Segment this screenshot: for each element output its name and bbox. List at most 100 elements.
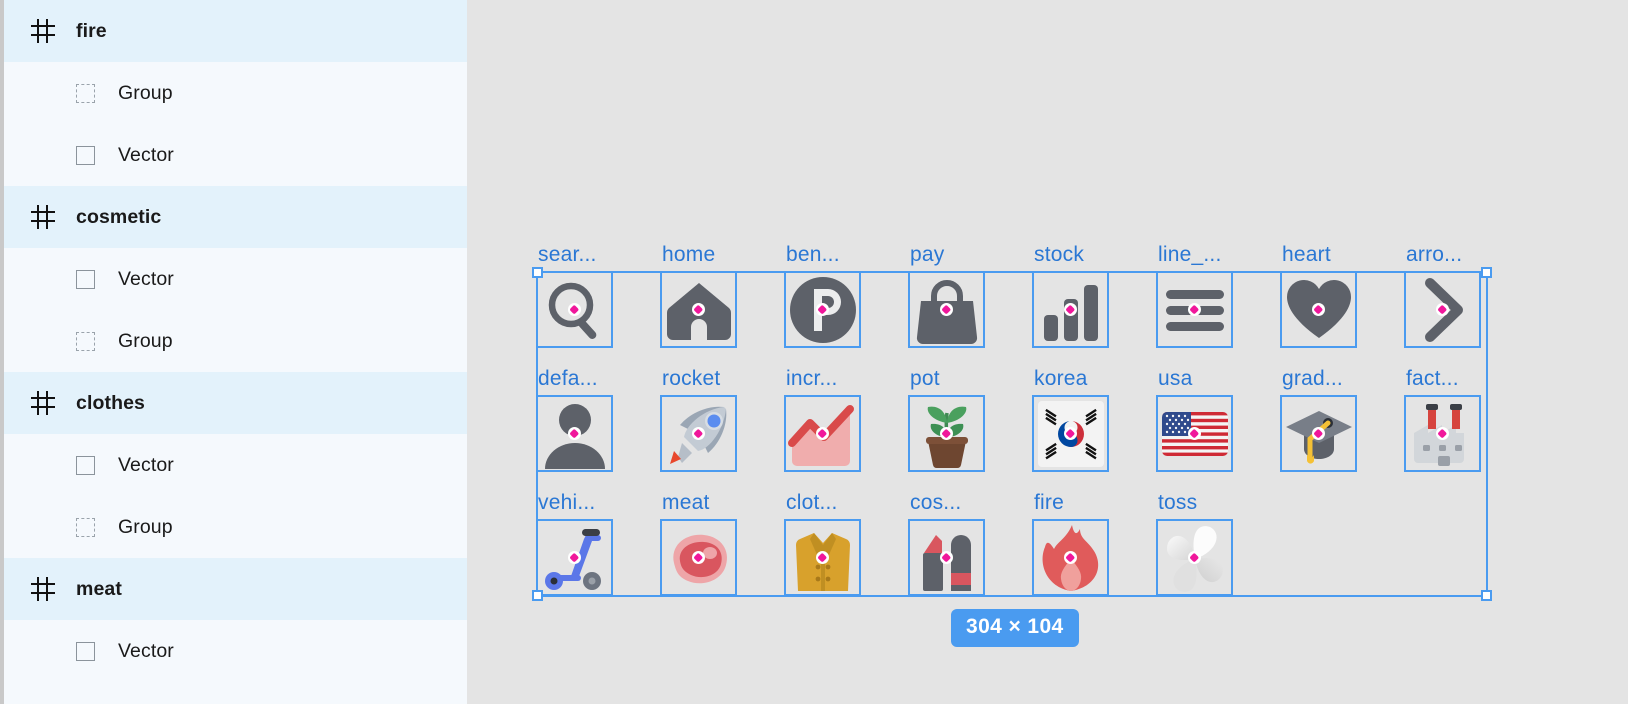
icon-cell-label: pay — [910, 243, 945, 266]
center-anchor-point — [568, 551, 581, 564]
center-anchor-point — [692, 427, 705, 440]
vector-icon — [72, 266, 98, 292]
center-anchor-point — [1064, 427, 1077, 440]
icon-cell-bar-chart[interactable]: stock — [1032, 243, 1109, 348]
icon-cell-label: toss — [1158, 491, 1198, 514]
icon-cell-label: stock — [1034, 243, 1085, 266]
icon-cell-korea-flag[interactable]: korea — [1032, 367, 1109, 472]
icon-cell-graduation-cap[interactable]: grad... — [1280, 367, 1357, 472]
icon-cell-coat[interactable]: clot... — [784, 491, 861, 596]
center-anchor-point — [1188, 427, 1201, 440]
sidebar-scrollbar[interactable] — [0, 0, 4, 704]
icon-cell-label: ben... — [786, 243, 840, 266]
dimension-badge: 304 × 104 — [951, 609, 1079, 647]
frame-hash-icon — [30, 204, 56, 230]
icon-cell-label: home — [662, 243, 716, 266]
layer-label: Vector — [118, 143, 174, 166]
center-anchor-point — [940, 303, 953, 316]
layer-row-vector-4[interactable]: Vector — [0, 248, 467, 310]
icon-cell-usa-flag[interactable]: usa — [1156, 367, 1233, 472]
icon-cell-label: korea — [1034, 367, 1088, 390]
icon-cell-label: meat — [662, 491, 710, 514]
layer-label: fire — [76, 19, 107, 42]
center-anchor-point — [940, 427, 953, 440]
icon-cell-label: sear... — [538, 243, 597, 266]
icon-cell-label: grad... — [1282, 367, 1343, 390]
icon-cell-house[interactable]: home — [660, 243, 737, 348]
icon-cell-label: incr... — [786, 367, 838, 390]
resize-handle-top-right[interactable] — [1481, 267, 1492, 278]
layer-label: Vector — [118, 453, 174, 476]
layer-row-vector-10[interactable]: Vector — [0, 620, 467, 682]
center-anchor-point — [816, 303, 829, 316]
frame-hash-icon — [30, 576, 56, 602]
layer-row-group-5[interactable]: Group — [0, 310, 467, 372]
center-anchor-point — [1436, 303, 1449, 316]
icon-cell-label: heart — [1282, 243, 1331, 266]
frame-hash-icon — [30, 18, 56, 44]
center-anchor-point — [1064, 551, 1077, 564]
icon-cell-label: pot — [910, 367, 940, 390]
vector-icon — [72, 638, 98, 664]
center-anchor-point — [1188, 303, 1201, 316]
icon-cell-potted-plant[interactable]: pot — [908, 367, 985, 472]
layer-label: Vector — [118, 267, 174, 290]
icon-cell-label: line_... — [1158, 243, 1222, 266]
icon-cell-label: fact... — [1406, 367, 1459, 390]
center-anchor-point — [816, 551, 829, 564]
icon-cell-label: rocket — [662, 367, 721, 390]
layer-row-vector-7[interactable]: Vector — [0, 434, 467, 496]
center-anchor-point — [1436, 427, 1449, 440]
icon-cell-area-chart[interactable]: incr... — [784, 367, 861, 472]
frame-hash-icon — [30, 390, 56, 416]
icon-cell-steak[interactable]: meat — [660, 491, 737, 596]
center-anchor-point — [1188, 551, 1201, 564]
icon-cell-label: arro... — [1406, 243, 1463, 266]
icon-cell-magnifier[interactable]: sear... — [536, 243, 613, 348]
layer-label: Group — [118, 329, 173, 352]
layer-label: Vector — [118, 639, 174, 662]
icon-cell-person-avatar[interactable]: defa... — [536, 367, 613, 472]
icon-cell-lipstick[interactable]: cos... — [908, 491, 985, 596]
group-icon — [72, 328, 98, 354]
icon-cell-scooter[interactable]: vehi... — [536, 491, 613, 596]
layer-row-group-1[interactable]: Group — [0, 62, 467, 124]
icon-cell-flame[interactable]: fire — [1032, 491, 1109, 596]
center-anchor-point — [692, 551, 705, 564]
center-anchor-point — [940, 551, 953, 564]
icon-cell-label: cos... — [910, 491, 962, 514]
center-anchor-point — [568, 427, 581, 440]
group-icon — [72, 514, 98, 540]
icon-cell-rocket[interactable]: rocket — [660, 367, 737, 472]
icon-cell-label: vehi... — [538, 491, 596, 514]
center-anchor-point — [1064, 303, 1077, 316]
layer-label: Group — [118, 81, 173, 104]
layer-row-group-8[interactable]: Group — [0, 496, 467, 558]
layers-sidebar: fire Group Vector cosmetic Vector Group clothe… — [0, 0, 467, 704]
layer-row-fire-0[interactable]: fire — [0, 0, 467, 62]
center-anchor-point — [1312, 427, 1325, 440]
icon-cell-parking-circle[interactable]: ben... — [784, 243, 861, 348]
layer-label: cosmetic — [76, 205, 162, 228]
icon-cell-list-lines[interactable]: line_... — [1156, 243, 1233, 348]
layer-row-clothes-6[interactable]: clothes — [0, 372, 467, 434]
icon-cell-handbag[interactable]: pay — [908, 243, 985, 348]
center-anchor-point — [568, 303, 581, 316]
icon-cell-heart[interactable]: heart — [1280, 243, 1357, 348]
layer-row-meat-9[interactable]: meat — [0, 558, 467, 620]
layer-label: Group — [118, 515, 173, 538]
layer-row-vector-2[interactable]: Vector — [0, 124, 467, 186]
layer-row-cosmetic-3[interactable]: cosmetic — [0, 186, 467, 248]
resize-handle-bottom-right[interactable] — [1481, 590, 1492, 601]
design-canvas[interactable]: sear... home ben... pay stock line_... heart ar… — [467, 0, 1628, 704]
layer-list: fire Group Vector cosmetic Vector Group clothe… — [0, 0, 467, 682]
layer-label: meat — [76, 577, 122, 600]
center-anchor-point — [1312, 303, 1325, 316]
group-icon — [72, 80, 98, 106]
icon-cell-chevron-right[interactable]: arro... — [1404, 243, 1481, 348]
icon-cell-label: defa... — [538, 367, 598, 390]
icon-cell-pinwheel[interactable]: toss — [1156, 491, 1233, 596]
icon-cell-factory[interactable]: fact... — [1404, 367, 1481, 472]
center-anchor-point — [816, 427, 829, 440]
center-anchor-point — [692, 303, 705, 316]
